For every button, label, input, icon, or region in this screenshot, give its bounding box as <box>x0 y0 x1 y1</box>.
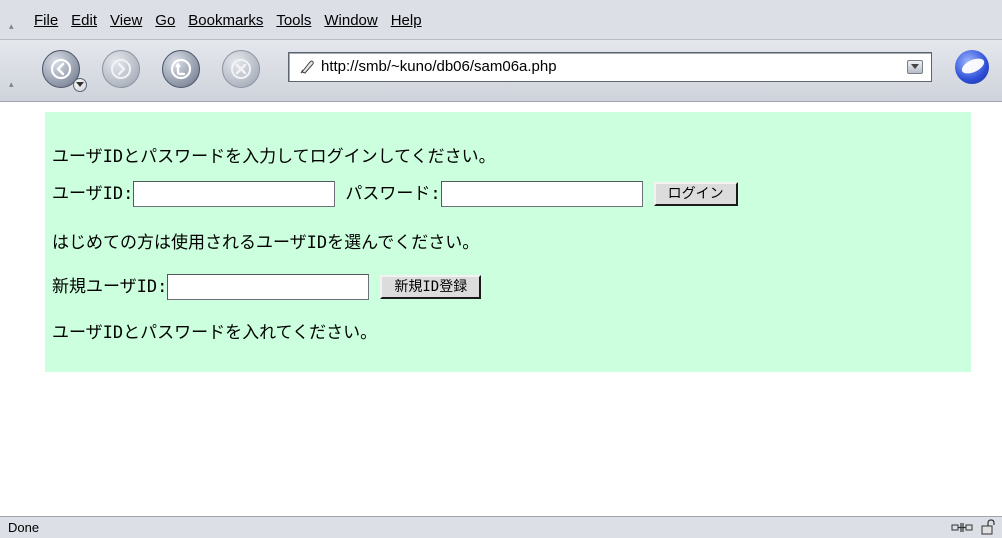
menu-bookmarks[interactable]: Bookmarks <box>188 11 263 31</box>
menu-window[interactable]: Window <box>324 11 377 31</box>
navigation-toolbar: ▴ http://smb/~kuno/db06/sam06a.php <box>0 40 1002 102</box>
menu-help[interactable]: Help <box>391 11 422 31</box>
login-button[interactable]: ログイン <box>653 182 738 206</box>
throbber-swirl <box>959 55 987 77</box>
forward-icon <box>111 59 131 79</box>
register-row: 新規ユーザID: 新規ID登録 <box>52 274 482 300</box>
password-label: パスワード: <box>345 184 441 204</box>
password-input[interactable] <box>440 181 643 207</box>
reload-icon <box>170 58 192 80</box>
new-userid-input[interactable] <box>167 274 370 300</box>
url-input[interactable]: http://smb/~kuno/db06/sam06a.php <box>321 58 557 75</box>
status-bar: Done <box>0 516 1002 538</box>
userid-label: ユーザID: <box>52 184 134 204</box>
online-connection-icon[interactable] <box>950 519 974 535</box>
status-icons <box>950 519 996 535</box>
browser-logo-throbber-icon[interactable] <box>955 50 989 84</box>
status-message: ユーザIDとパスワードを入れてください。 <box>52 323 378 343</box>
toolbar-grip-icon[interactable]: ▴ <box>9 80 17 90</box>
menu-edit[interactable]: Edit <box>71 11 97 31</box>
back-history-dropdown-icon[interactable] <box>73 78 87 92</box>
login-instruction: ユーザIDとパスワードを入力してログインしてください。 <box>52 147 496 167</box>
status-text: Done <box>8 520 40 535</box>
menu-items: File Edit View Go Bookmarks Tools Window… <box>34 11 435 31</box>
url-history-dropdown-icon[interactable] <box>907 60 923 74</box>
back-icon <box>50 58 72 80</box>
userid-input[interactable] <box>133 181 336 207</box>
menu-tools[interactable]: Tools <box>276 11 311 31</box>
menu-view[interactable]: View <box>110 11 142 31</box>
url-bar[interactable]: http://smb/~kuno/db06/sam06a.php <box>288 52 932 82</box>
new-userid-label: 新規ユーザID: <box>52 277 168 297</box>
register-button[interactable]: 新規ID登録 <box>380 275 482 299</box>
menu-file[interactable]: File <box>34 11 58 31</box>
lock-icon[interactable] <box>980 519 996 535</box>
stop-icon <box>231 59 251 79</box>
login-panel: ユーザIDとパスワードを入力してログインしてください。 ユーザID: パスワード… <box>45 112 971 372</box>
page-proxy-icon[interactable] <box>299 59 315 75</box>
stop-button[interactable] <box>222 50 260 88</box>
menu-go[interactable]: Go <box>155 11 175 31</box>
new-user-instruction: はじめての方は使用されるユーザIDを選んでください。 <box>52 233 480 253</box>
toolbar-grip-icon[interactable]: ▴ <box>9 22 17 32</box>
forward-button[interactable] <box>102 50 140 88</box>
menu-bar: ▴ File Edit View Go Bookmarks Tools Wind… <box>0 0 1002 40</box>
login-row: ユーザID: パスワード: ログイン <box>52 181 738 207</box>
reload-button[interactable] <box>162 50 200 88</box>
